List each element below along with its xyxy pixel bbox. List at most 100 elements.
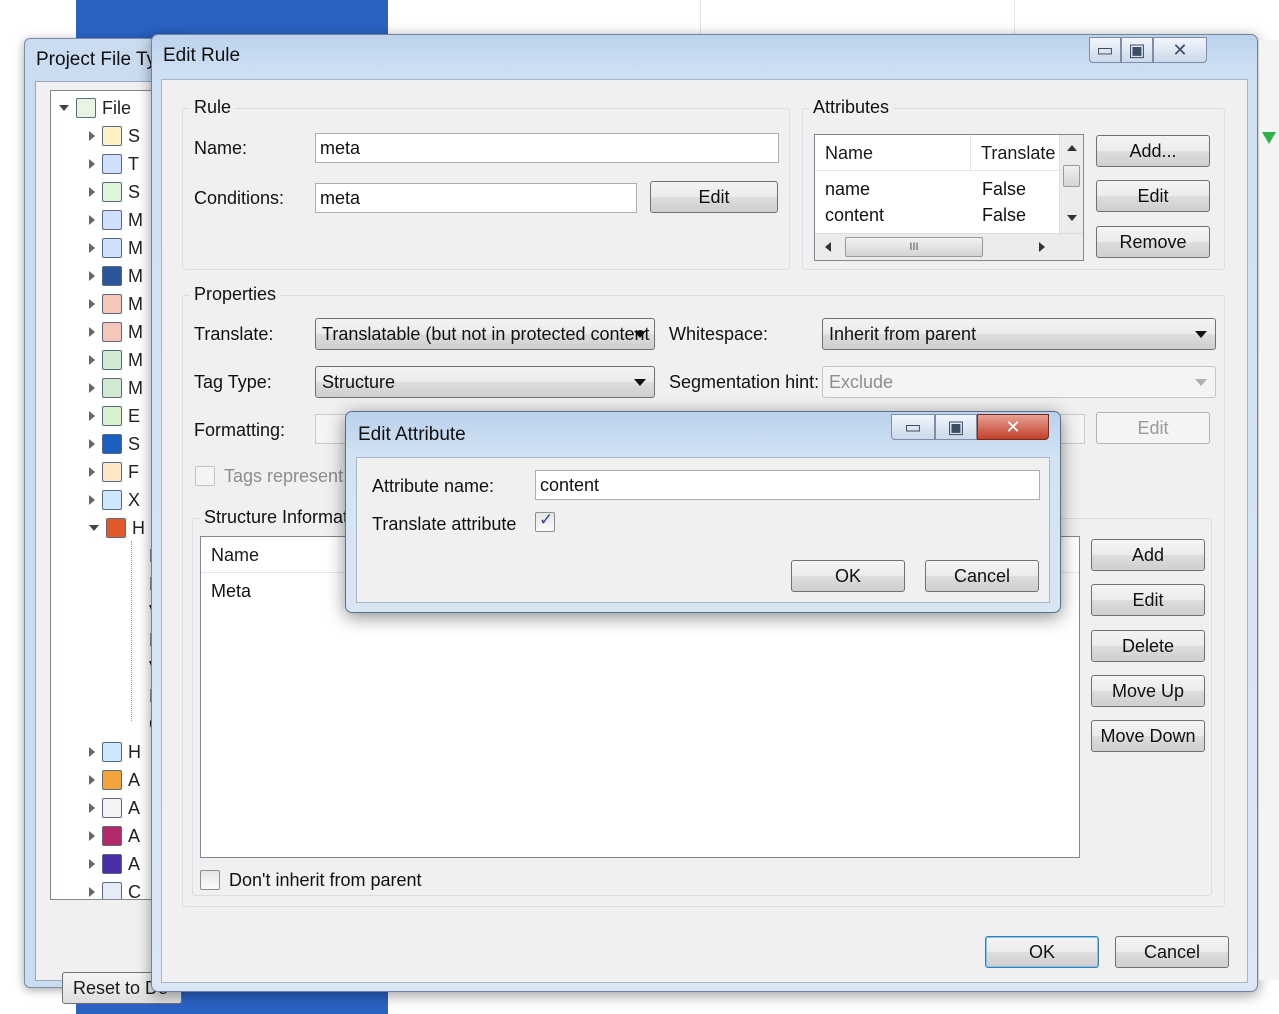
- formatting-edit-button[interactable]: Edit: [1096, 412, 1210, 444]
- rule-name-input[interactable]: meta: [315, 133, 779, 163]
- structure-add-button[interactable]: Add: [1091, 539, 1205, 571]
- tree-item[interactable]: H: [89, 517, 145, 539]
- tree-item[interactable]: T: [89, 153, 139, 175]
- tags-represent-checkbox[interactable]: [195, 466, 215, 486]
- move-up-button[interactable]: Move Up: [1091, 675, 1205, 707]
- minimize-button[interactable]: ▭: [1089, 37, 1121, 63]
- close-button[interactable]: ✕: [1153, 37, 1207, 63]
- column-header-translate[interactable]: Translate: [971, 135, 1059, 171]
- expand-arrow-icon[interactable]: [89, 775, 95, 785]
- attribute-cancel-button[interactable]: Cancel: [925, 560, 1039, 592]
- scroll-right-icon[interactable]: [1039, 242, 1045, 252]
- tree-item[interactable]: X: [89, 489, 140, 511]
- conditions-edit-button[interactable]: Edit: [650, 181, 778, 213]
- cancel-button[interactable]: Cancel: [1115, 936, 1229, 968]
- tree-item[interactable]: F: [89, 461, 139, 483]
- attribute-edit-button[interactable]: Edit: [1096, 180, 1210, 212]
- tree-item[interactable]: M: [89, 265, 143, 287]
- tree-item[interactable]: S: [89, 433, 140, 455]
- tag-type-dropdown[interactable]: Structure: [315, 366, 655, 398]
- translate-dropdown[interactable]: Translatable (but not in protected conte…: [315, 318, 655, 350]
- attributes-horizontal-scrollbar[interactable]: III: [815, 233, 1083, 260]
- expand-arrow-icon[interactable]: [89, 355, 95, 365]
- tree-item[interactable]: M: [89, 237, 143, 259]
- checkmark-icon: ✓: [539, 510, 554, 529]
- expand-arrow-icon[interactable]: [89, 747, 95, 757]
- tree-root-item[interactable]: File: [59, 97, 131, 119]
- attribute-name-input[interactable]: content: [535, 470, 1040, 500]
- chevron-down-icon: [634, 331, 646, 338]
- close-button[interactable]: ✕: [977, 414, 1049, 440]
- tree-item[interactable]: A: [89, 853, 140, 875]
- expand-arrow-icon[interactable]: [89, 271, 95, 281]
- file-type-icon: [102, 882, 122, 899]
- expand-arrow-icon[interactable]: [89, 803, 95, 813]
- whitespace-dropdown[interactable]: Inherit from parent: [822, 318, 1216, 350]
- ok-button[interactable]: OK: [985, 936, 1099, 968]
- maximize-button[interactable]: ▣: [935, 414, 977, 440]
- expand-arrow-icon[interactable]: [89, 495, 95, 505]
- scroll-up-icon[interactable]: [1067, 145, 1077, 151]
- tree-item[interactable]: A: [89, 797, 140, 819]
- expand-arrow-icon[interactable]: [89, 159, 95, 169]
- scroll-down-icon[interactable]: [1067, 215, 1077, 221]
- attribute-row-name[interactable]: content: [825, 205, 884, 226]
- expand-arrow-icon[interactable]: [89, 439, 95, 449]
- minimize-button[interactable]: ▭: [891, 414, 935, 440]
- expand-arrow-icon[interactable]: [89, 215, 95, 225]
- expand-arrow-icon[interactable]: [89, 887, 95, 897]
- tree-item[interactable]: C: [89, 881, 141, 900]
- segmentation-hint-value: Exclude: [829, 372, 894, 392]
- attributes-list[interactable]: Name Translate name False content False …: [814, 134, 1084, 261]
- structure-delete-button[interactable]: Delete: [1091, 630, 1205, 662]
- expand-arrow-icon[interactable]: [89, 859, 95, 869]
- attribute-row-name[interactable]: name: [825, 179, 870, 200]
- tree-item[interactable]: M: [89, 377, 143, 399]
- tree-item[interactable]: S: [89, 125, 140, 147]
- expand-arrow-icon[interactable]: [89, 383, 95, 393]
- tree-item-label: C: [128, 881, 141, 900]
- expand-arrow-icon[interactable]: [89, 831, 95, 841]
- expand-arrow-icon[interactable]: [89, 187, 95, 197]
- maximize-button[interactable]: ▣: [1121, 37, 1153, 63]
- conditions-input[interactable]: meta: [315, 183, 637, 213]
- expand-arrow-icon[interactable]: [89, 467, 95, 477]
- tree-item-label: M: [128, 209, 143, 230]
- attribute-add-button[interactable]: Add...: [1096, 135, 1210, 167]
- attribute-remove-button[interactable]: Remove: [1096, 226, 1210, 258]
- segmentation-hint-dropdown[interactable]: Exclude: [822, 366, 1216, 398]
- tree-item[interactable]: A: [89, 825, 140, 847]
- tree-item[interactable]: M: [89, 321, 143, 343]
- attribute-ok-button[interactable]: OK: [791, 560, 905, 592]
- dont-inherit-checkbox[interactable]: [200, 870, 220, 890]
- expand-arrow-icon[interactable]: [89, 131, 95, 141]
- tree-item[interactable]: M: [89, 293, 143, 315]
- move-down-button[interactable]: Move Down: [1091, 720, 1205, 752]
- chevron-down-icon: [1195, 379, 1207, 386]
- expand-arrow-icon[interactable]: [89, 299, 95, 309]
- file-type-icon: [102, 406, 122, 426]
- translate-attribute-checkbox[interactable]: ✓: [535, 510, 555, 532]
- tree-item[interactable]: S: [89, 181, 140, 203]
- tree-item[interactable]: M: [89, 349, 143, 371]
- structure-edit-button[interactable]: Edit: [1091, 584, 1205, 616]
- structure-row[interactable]: Meta: [211, 581, 251, 602]
- desktop-divider: [700, 0, 701, 34]
- tree-item[interactable]: H: [89, 741, 141, 763]
- attributes-vertical-scrollbar[interactable]: [1059, 135, 1083, 233]
- file-type-icon: [102, 294, 122, 314]
- tree-item-label: E: [128, 405, 141, 426]
- scroll-thumb[interactable]: III: [845, 237, 983, 257]
- column-header-name[interactable]: Name: [815, 135, 971, 171]
- dialog-title: Edit Attribute: [358, 424, 466, 445]
- scroll-left-icon[interactable]: [825, 242, 831, 252]
- expand-arrow-icon[interactable]: [59, 105, 69, 111]
- scroll-thumb[interactable]: [1063, 165, 1080, 187]
- expand-arrow-icon[interactable]: [89, 243, 95, 253]
- expand-arrow-icon[interactable]: [89, 327, 95, 337]
- tree-item[interactable]: M: [89, 209, 143, 231]
- tree-item[interactable]: A: [89, 769, 140, 791]
- expand-arrow-icon[interactable]: [89, 411, 95, 421]
- expand-arrow-icon[interactable]: [89, 525, 99, 531]
- tree-item[interactable]: E: [89, 405, 140, 427]
